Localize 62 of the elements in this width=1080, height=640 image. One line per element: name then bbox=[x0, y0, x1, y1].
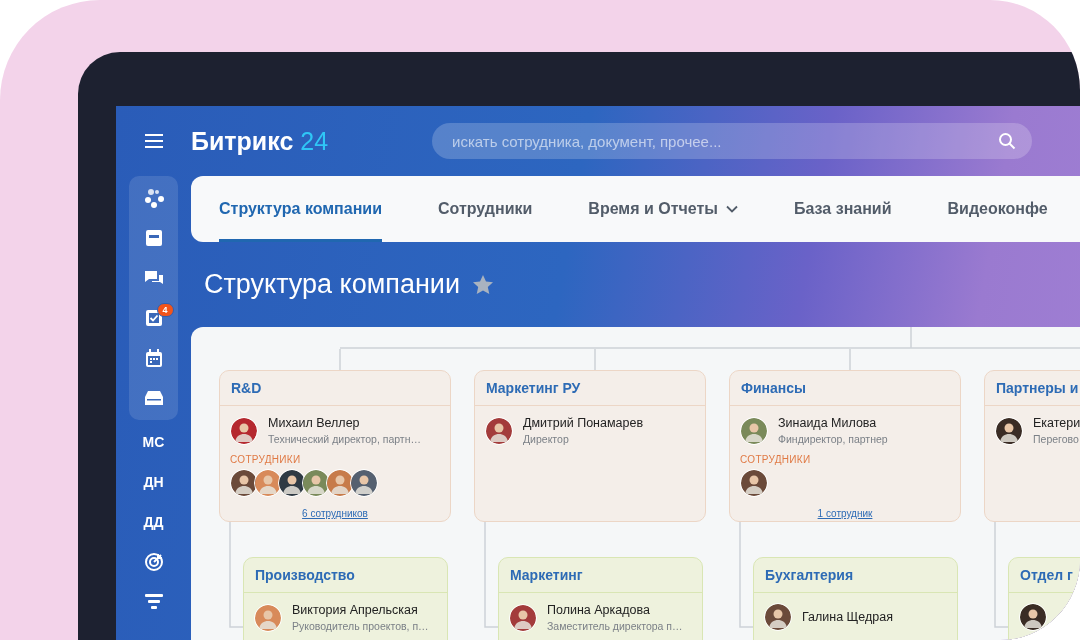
person-name[interactable]: Галина Щедрая bbox=[802, 610, 893, 624]
department-name[interactable]: Маркетинг bbox=[510, 567, 583, 583]
nav-tab[interactable]: Время и Отчеты bbox=[588, 176, 738, 242]
avatar bbox=[326, 469, 354, 497]
user-initials[interactable]: ДД bbox=[143, 502, 164, 542]
nav-tab[interactable]: Видеоконфе bbox=[947, 176, 1048, 242]
avatar bbox=[230, 469, 258, 497]
department-name[interactable]: Финансы bbox=[741, 380, 806, 396]
person-name[interactable]: Михаил Веллер bbox=[268, 416, 421, 430]
avatar bbox=[230, 416, 258, 445]
funnel-icon[interactable] bbox=[143, 593, 164, 611]
person-position: Руководитель проектов, п… bbox=[292, 620, 429, 632]
person-position: Директор bbox=[523, 433, 570, 445]
avatar bbox=[302, 469, 330, 497]
task-icon[interactable] bbox=[144, 309, 163, 327]
target-icon[interactable] bbox=[143, 552, 164, 572]
section-label: СОТРУДНИКИ bbox=[230, 454, 302, 465]
search-icon[interactable] bbox=[998, 132, 1016, 150]
star-icon[interactable] bbox=[472, 274, 494, 295]
person-name[interactable]: Дмитрий Понамарев bbox=[523, 416, 644, 430]
staff-link[interactable]: 6 сотрудников bbox=[302, 508, 368, 519]
user-initials[interactable]: МС bbox=[142, 422, 165, 462]
department-name[interactable]: Отдел г bbox=[1020, 567, 1073, 583]
person-position: Технический директор, партн… bbox=[268, 433, 421, 445]
nav-tab[interactable]: Структура компании bbox=[219, 176, 382, 242]
user-initials[interactable]: ДН bbox=[143, 462, 164, 502]
person-name[interactable]: Екатери bbox=[1033, 416, 1080, 430]
calendar-icon[interactable] bbox=[144, 348, 163, 368]
avatar bbox=[350, 469, 378, 497]
avatar bbox=[740, 416, 768, 445]
department-name[interactable]: R&D bbox=[231, 380, 262, 396]
avatar bbox=[995, 416, 1023, 445]
page-title: Структура компании bbox=[204, 269, 460, 300]
person-name[interactable]: Зинаида Милова bbox=[778, 416, 888, 430]
count-badge: 4 bbox=[156, 303, 174, 317]
avatar bbox=[254, 603, 282, 632]
department-name[interactable]: Партнеры и bbox=[996, 380, 1079, 396]
nav-tab[interactable]: Сотрудники bbox=[438, 176, 533, 242]
person-name[interactable]: Виктория Апрельская bbox=[292, 603, 429, 617]
avatar bbox=[509, 603, 537, 632]
nav-tab[interactable]: База знаний bbox=[794, 176, 892, 242]
avatar bbox=[740, 469, 768, 497]
department-name[interactable]: Производство bbox=[255, 567, 355, 583]
tray-icon[interactable] bbox=[143, 390, 164, 406]
section-label: СОТРУДНИКИ bbox=[740, 454, 812, 465]
chat-icon[interactable] bbox=[143, 269, 164, 287]
person-name[interactable]: Полина Аркадова bbox=[547, 603, 683, 617]
department-name[interactable]: Маркетинг РУ bbox=[486, 380, 581, 396]
menu-icon[interactable] bbox=[144, 134, 163, 148]
staff-link[interactable]: 1 сотрудник bbox=[817, 508, 873, 519]
avatar bbox=[254, 469, 282, 497]
avatar bbox=[764, 603, 792, 631]
department-name[interactable]: Бухгалтерия bbox=[765, 567, 854, 583]
person-position: Финдиректор, партнер bbox=[778, 433, 888, 445]
avatar bbox=[278, 469, 306, 497]
avatar bbox=[485, 416, 513, 445]
person-position: Перегово bbox=[1033, 433, 1080, 445]
person-position: Заместитель директора п… bbox=[547, 620, 683, 632]
nodes-icon[interactable] bbox=[143, 188, 164, 208]
window-icon[interactable] bbox=[144, 229, 163, 247]
logo[interactable]: Битрикс 24 bbox=[191, 126, 432, 156]
chevron-icon[interactable] bbox=[726, 205, 738, 213]
